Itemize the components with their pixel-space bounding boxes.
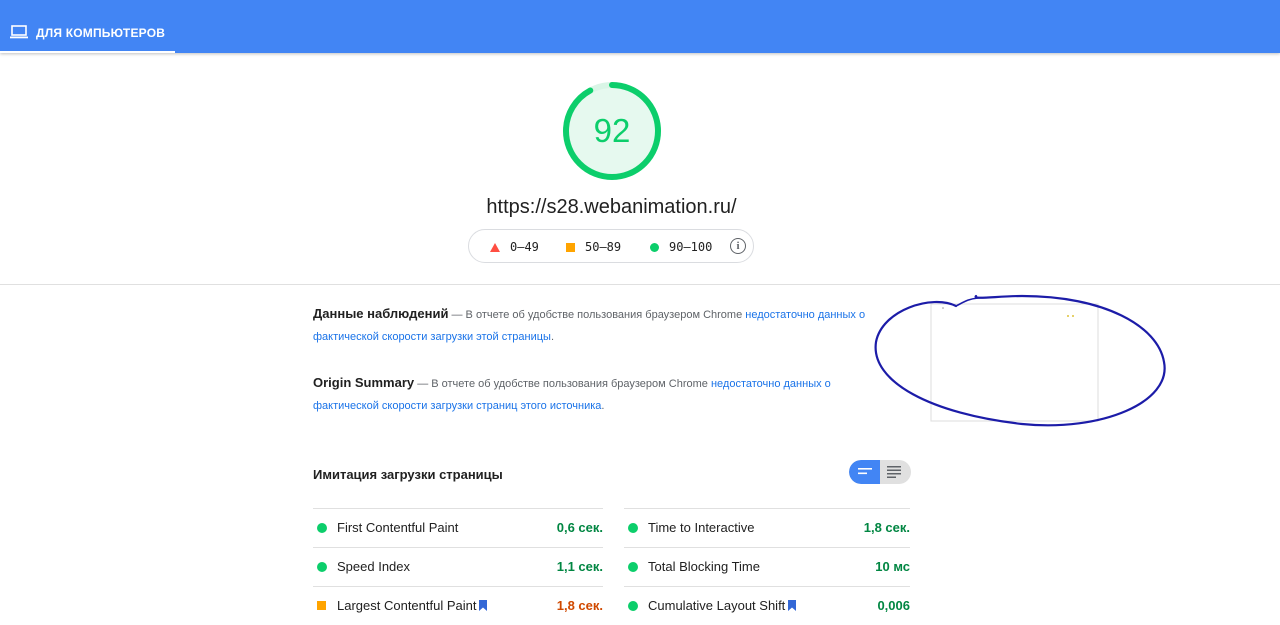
metric-label: First Contentful Paint [337, 520, 459, 535]
pass-circle-icon [317, 523, 327, 533]
metric-label: Total Blocking Time [648, 559, 760, 574]
metric-label: Speed Index [337, 559, 411, 574]
metric-value: 10 мс [875, 559, 910, 574]
legend-item-average: 50–89 [566, 240, 621, 254]
square-icon [566, 242, 575, 252]
compact-view-button[interactable] [849, 460, 880, 484]
tab-desktop-label: ДЛЯ КОМПЬЮТЕРОВ [36, 26, 166, 40]
circle-icon [650, 242, 659, 252]
legend-range-fail: 0–49 [510, 240, 539, 254]
tab-desktop[interactable]: ДЛЯ КОМПЬЮТЕРОВ [0, 0, 175, 53]
metric-row: Largest Contentful Paint 1,8 сек. [313, 586, 603, 625]
field-data-section: Данные наблюдений — В отчете об удобстве… [313, 306, 866, 343]
legend-item-fail: 0–49 [490, 240, 539, 254]
metric-row: First Contentful Paint 0,6 сек. [313, 508, 603, 547]
triangle-icon [490, 242, 500, 252]
lab-data-title: Имитация загрузки страницы [313, 467, 503, 482]
laptop-icon [10, 25, 28, 39]
metric-value: 1,1 сек. [556, 559, 603, 574]
metric-row: Time to Interactive 1,8 сек. [624, 508, 910, 547]
metric-row: Cumulative Layout Shift 0,006 [624, 586, 910, 625]
top-bar: ДЛЯ КОМПЬЮТЕРОВ [0, 0, 1280, 53]
pass-circle-icon [628, 523, 638, 533]
bookmark-icon [788, 600, 797, 611]
origin-summary-section: Origin Summary — В отчете об удобстве по… [313, 375, 831, 412]
screenshot-thumbnail [874, 294, 1166, 427]
origin-summary-description: — В отчете об удобстве пользования брауз… [414, 378, 711, 390]
metric-label: Largest Contentful Paint [337, 598, 477, 613]
tab-active-indicator [0, 51, 175, 53]
metric-value: 1,8 сек. [863, 520, 910, 535]
average-square-icon [317, 601, 326, 610]
legend-item-pass: 90–100 [650, 240, 712, 254]
page-url: https://s28.webanimation.ru/ [486, 196, 737, 218]
metric-label: Cumulative Layout Shift [648, 598, 786, 613]
info-icon[interactable]: i [730, 238, 746, 254]
score-legend: 0–49 50–89 90–100 i [468, 229, 754, 263]
metric-value: 1,8 сек. [556, 598, 603, 613]
bookmark-icon [479, 600, 488, 611]
metric-row: Speed Index 1,1 сек. [313, 547, 603, 586]
origin-summary-title: Origin Summary [313, 375, 415, 390]
expanded-view-icon [887, 466, 901, 478]
compact-view-icon [858, 468, 872, 475]
metric-value: 0,6 сек. [556, 520, 603, 535]
pass-circle-icon [317, 562, 327, 572]
score-value: 92 [593, 112, 631, 149]
legend-range-pass: 90–100 [669, 240, 713, 254]
field-data-description: — В отчете об удобстве пользования брауз… [448, 309, 746, 321]
view-toggle [849, 460, 911, 484]
metric-row: Total Blocking Time 10 мс [624, 547, 910, 586]
pass-circle-icon [628, 601, 638, 611]
section-divider [0, 284, 1280, 285]
legend-range-average: 50–89 [585, 240, 622, 254]
expanded-view-button[interactable] [880, 460, 911, 484]
metric-label: Time to Interactive [648, 520, 755, 535]
field-data-title: Данные наблюдений [313, 306, 449, 321]
metric-value: 0,006 [877, 598, 910, 613]
pass-circle-icon [628, 562, 638, 572]
